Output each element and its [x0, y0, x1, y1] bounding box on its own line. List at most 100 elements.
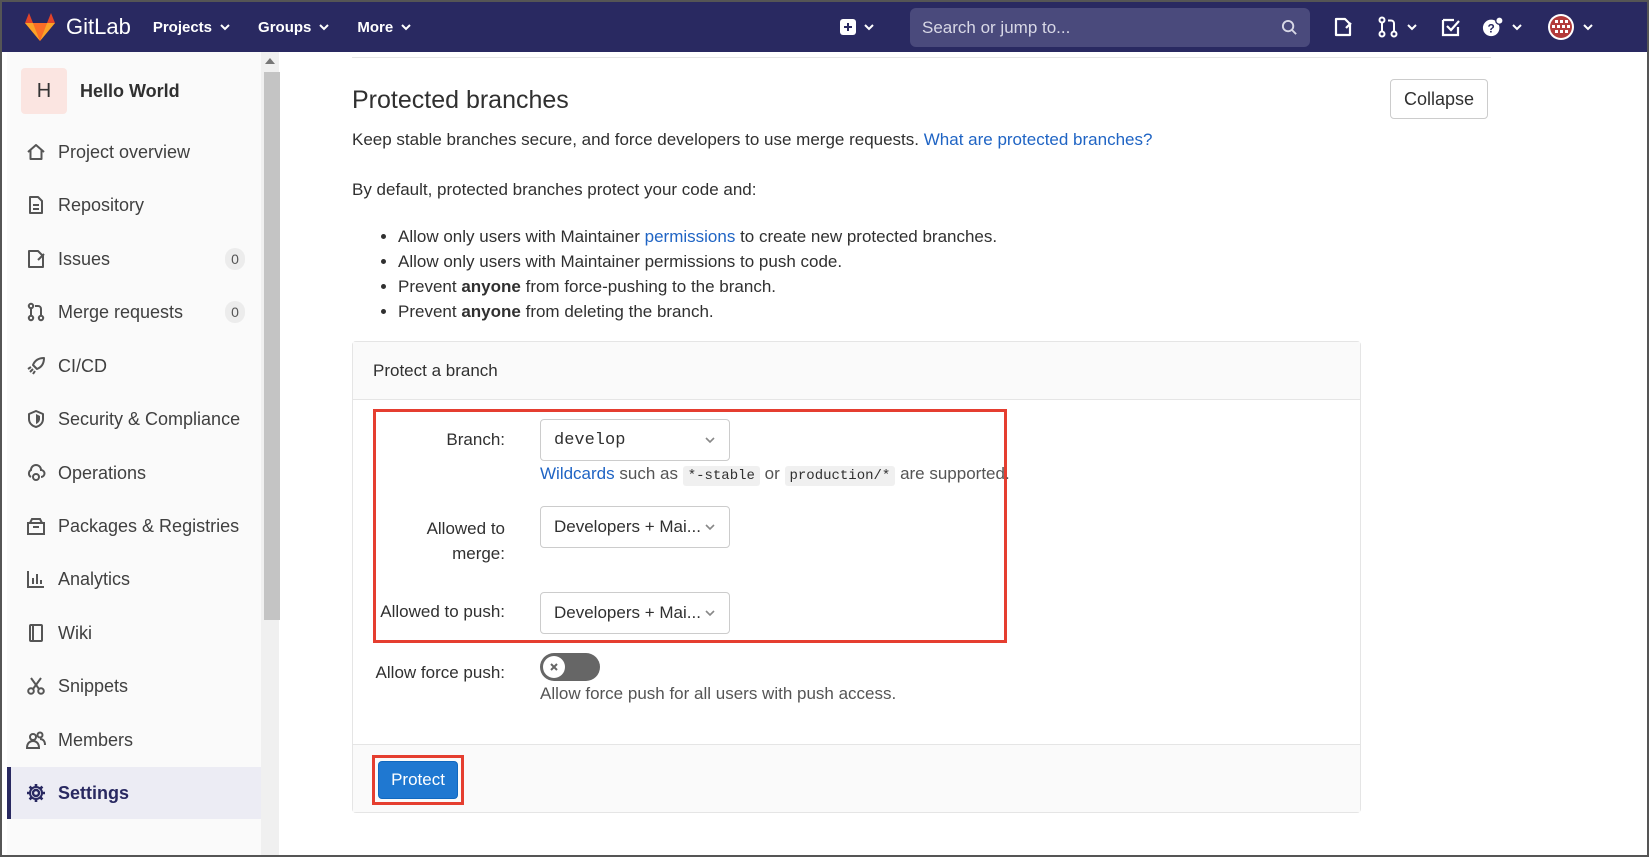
sidebar-item-analytics[interactable]: Analytics — [7, 553, 265, 605]
rule-text: to create new protected branches. — [740, 227, 998, 246]
allow-force-push-label: Allow force push: — [375, 663, 505, 682]
sidebar-item-label: Merge requests — [58, 301, 184, 322]
rocket-icon — [26, 356, 46, 376]
code-snippet: *-stable — [682, 466, 760, 486]
sidebar-item-packages-registries[interactable]: Packages & Registries — [7, 500, 265, 552]
chevron-down-icon — [220, 24, 230, 31]
todos-shortcut[interactable] — [1440, 16, 1462, 38]
merge-request-icon — [1378, 16, 1398, 38]
sidebar-item-wiki[interactable]: Wiki — [7, 607, 265, 659]
page-title: Protected branches — [352, 86, 569, 114]
help-text: or — [764, 464, 780, 483]
rule-emphasis: anyone — [461, 277, 521, 296]
sidebar-item-merge-requests[interactable]: Merge requests 0 — [7, 286, 265, 338]
protected-branches-help-link[interactable]: What are protected branches? — [924, 130, 1153, 149]
sidebar-item-label: Analytics — [58, 568, 131, 589]
projects-menu-label: Projects — [152, 18, 213, 36]
chevron-down-icon — [1407, 24, 1417, 31]
scissors-icon — [26, 676, 46, 696]
more-menu[interactable]: More — [357, 19, 411, 36]
sidebar-item-project-overview[interactable]: Project overview — [7, 126, 265, 178]
sidebar-item-label: Packages & Registries — [58, 515, 240, 536]
chevron-down-icon — [401, 24, 411, 31]
description-text: Keep stable branches secure, and force d… — [352, 130, 920, 149]
sidebar-item-label: Members — [58, 729, 134, 750]
list-item: Allow only users with Maintainer permiss… — [398, 249, 997, 274]
help-menu[interactable]: ? — [1482, 16, 1522, 38]
sidebar-scroll-thumb[interactable] — [264, 72, 280, 620]
rule-text: Allow only users with Maintainer permiss… — [398, 252, 843, 271]
issues-icon — [26, 249, 46, 269]
rule-text: Prevent — [398, 277, 457, 296]
sidebar-item-members[interactable]: Members — [7, 714, 265, 766]
cloud-gear-icon — [26, 463, 46, 483]
sidebar-item-label: CI/CD — [58, 355, 107, 376]
sidebar-item-label: Settings — [58, 782, 130, 803]
wildcards-help: Wildcards such as *-stable or production… — [540, 464, 1010, 486]
collapse-button[interactable]: Collapse — [1390, 79, 1488, 119]
wildcards-link[interactable]: Wildcards — [540, 464, 615, 483]
branch-select[interactable]: develop — [540, 419, 730, 461]
project-sidebar: H Hello World Project overview Repositor… — [7, 52, 265, 855]
list-item: Allow only users with Maintainer permiss… — [398, 224, 997, 249]
allowed-to-push-label: Allowed to push: — [380, 602, 505, 621]
search-icon — [1281, 19, 1297, 35]
branch-label: Branch: — [446, 430, 505, 449]
merge-request-icon — [26, 302, 46, 322]
issues-count-badge: 0 — [225, 248, 245, 270]
allowed-to-push-select[interactable]: Developers + Mai... — [540, 592, 730, 634]
chevron-down-icon — [1512, 24, 1522, 31]
permissions-link[interactable]: permissions — [645, 227, 736, 246]
allowed-to-merge-label: Allowed to merge: — [393, 516, 505, 566]
sidebar-item-label: Repository — [58, 194, 145, 215]
projects-menu[interactable]: Projects — [153, 19, 230, 36]
label-line: Allowed to — [426, 519, 505, 538]
scroll-up-arrow-icon[interactable] — [265, 58, 275, 64]
rule-emphasis: anyone — [461, 302, 521, 321]
sidebar-item-snippets[interactable]: Snippets — [7, 660, 265, 712]
chevron-down-icon — [864, 24, 874, 31]
search-input[interactable]: Search or jump to... — [910, 8, 1310, 47]
project-header[interactable]: H Hello World — [21, 68, 180, 114]
sidebar-item-security-compliance[interactable]: Security & Compliance — [7, 393, 265, 445]
list-item: Prevent anyone from force-pushing to the… — [398, 274, 997, 299]
issues-shortcut[interactable] — [1332, 16, 1354, 38]
chart-icon — [26, 569, 46, 589]
allowed-to-merge-select[interactable]: Developers + Mai... — [540, 506, 730, 548]
svg-text:?: ? — [1488, 22, 1495, 36]
chevron-down-icon — [1583, 24, 1593, 31]
code-snippet: production/* — [784, 466, 896, 486]
main-content: Protected branches Collapse Keep stable … — [280, 52, 1647, 855]
gitlab-logo[interactable]: GitLab — [24, 12, 131, 42]
push-select-value: Developers + Mai... — [554, 603, 701, 622]
main-menu: Projects Groups More — [153, 19, 439, 36]
sidebar-item-issues[interactable]: Issues 0 — [7, 233, 265, 285]
merge-requests-shortcut[interactable] — [1377, 16, 1417, 38]
section-description: Keep stable branches secure, and force d… — [352, 130, 1152, 150]
project-name: Hello World — [80, 80, 180, 101]
groups-menu[interactable]: Groups — [258, 19, 330, 36]
package-icon — [26, 516, 46, 536]
rule-text: from force-pushing to the branch. — [525, 277, 777, 296]
close-icon — [550, 663, 558, 671]
sidebar-item-label: Snippets — [58, 675, 129, 696]
user-avatar-icon — [1548, 14, 1574, 40]
sidebar-item-repository[interactable]: Repository — [7, 179, 265, 231]
new-item-dropdown[interactable] — [840, 2, 874, 52]
shield-icon — [26, 409, 46, 429]
sidebar-item-label: Project overview — [58, 141, 191, 162]
top-navbar: GitLab Projects Groups More Search or ju… — [2, 2, 1647, 52]
app-window: GitLab Projects Groups More Search or ju… — [0, 0, 1649, 857]
home-icon — [26, 142, 46, 162]
protect-button[interactable]: Protect — [378, 761, 458, 799]
book-icon — [26, 623, 46, 643]
sidebar-item-ci-cd[interactable]: CI/CD — [7, 340, 265, 392]
issues-icon — [1334, 17, 1352, 37]
sidebar-item-label: Operations — [58, 462, 147, 483]
sidebar-item-settings[interactable]: Settings — [7, 767, 265, 819]
sidebar-item-operations[interactable]: Operations — [7, 447, 265, 499]
toggle-knob — [543, 656, 565, 678]
force-push-toggle[interactable] — [540, 653, 600, 681]
user-menu[interactable] — [1547, 13, 1593, 41]
rule-text: from deleting the branch. — [525, 302, 714, 321]
